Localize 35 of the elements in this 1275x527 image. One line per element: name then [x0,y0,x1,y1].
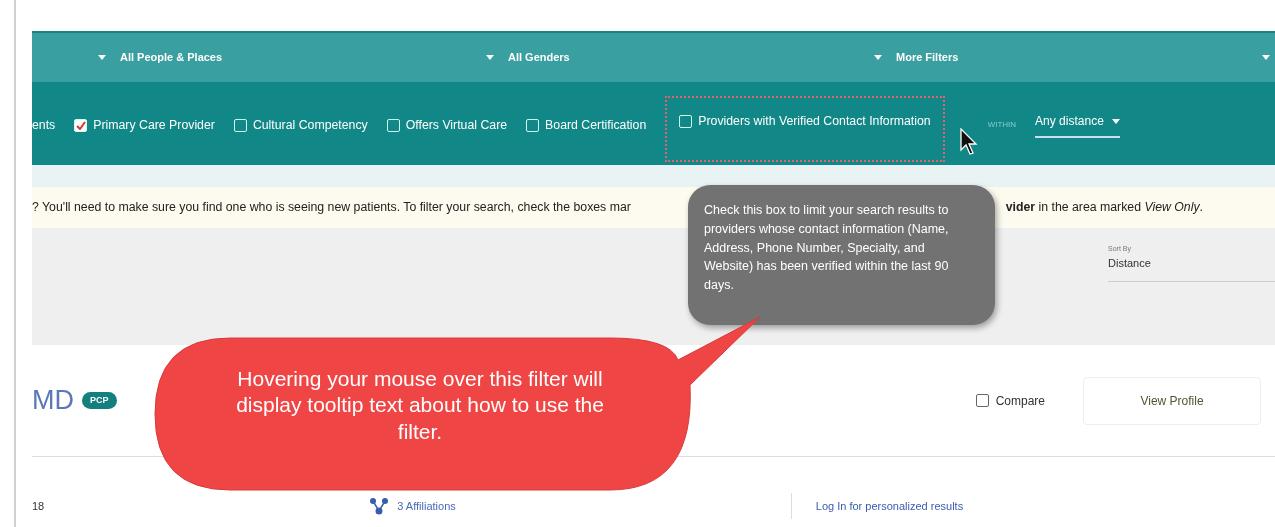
filter-dropdown[interactable]: All People & Places [120,49,223,66]
provider-name[interactable]: MD [32,380,74,421]
filter-checkbox[interactable] [679,114,693,128]
network-icon [369,497,390,515]
compare-checkbox[interactable]: Compare [975,391,1045,410]
pcp-badge: PCP [82,391,117,410]
login-link[interactable]: Log In for personalized results [815,497,964,515]
banner-text: vider in the area marked View Only. [1005,199,1204,217]
tooltip: Check this box to limit your search results to providers whose contact information (Name, Address, Phone Number, Specialty, and Website) has been verified within the last 90 days. [688,185,995,325]
filter-label: Board Certification [545,117,647,134]
filter-label: Offers Virtual Care [405,117,508,134]
filter-checkbox[interactable] [74,118,88,132]
filter-checkbox[interactable] [526,118,540,132]
filter-label: Providers with Verified Contact Information [698,113,931,130]
mouse-pointer-icon [959,128,979,156]
distance-dropdown[interactable]: Any distance [1035,112,1120,138]
filter-label: Primary Care Provider [93,117,215,134]
filter-dropdown[interactable]: All Genders [508,49,570,66]
filter-label: ents [32,117,56,134]
stat-text: 18 [32,498,45,514]
caret-icon [486,55,494,60]
sort-dropdown[interactable]: Distance [1108,254,1275,282]
filter-label: Cultural Competency [252,117,368,134]
caret-icon [874,55,882,60]
filter-checkbox[interactable] [386,118,400,132]
affiliations-link[interactable]: 3 Affiliations [397,497,456,515]
callout-text: Hovering your mouse over this filter will display tooltip text about how to use the filter. [235,366,605,445]
caret-icon [98,55,106,60]
banner-text: ? You'll need to make sure you find one who is seeing new patients. To filter your search, check the boxes mar [32,199,631,217]
view-profile-button[interactable]: View Profile [1083,376,1261,425]
within-label: WITHIN [987,119,1017,131]
filter-dropdown[interactable]: More Filters [896,49,959,66]
caret-icon [1262,55,1270,60]
filter-checkbox[interactable] [233,118,247,132]
caret-icon [1111,118,1120,124]
